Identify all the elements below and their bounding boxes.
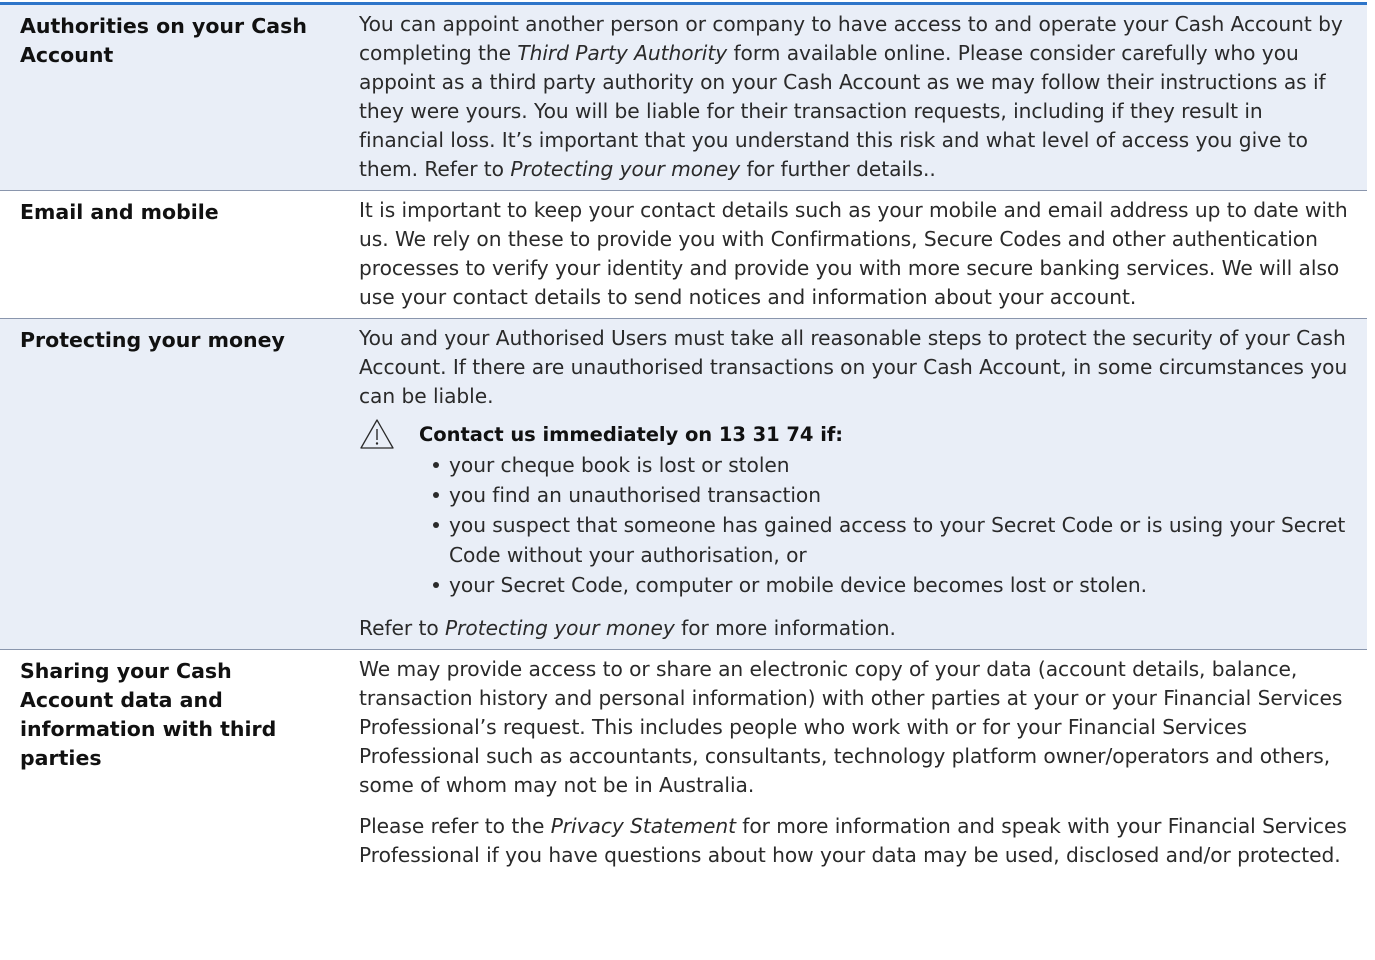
text-span: Refer to xyxy=(359,616,446,640)
italic-reference: Privacy Statement xyxy=(550,814,736,838)
refer-paragraph: Refer to Protecting your money for more … xyxy=(359,614,1349,643)
row-heading-authorities: Authorities on your Cash Account xyxy=(0,5,339,191)
text-span: Please refer to the xyxy=(359,814,551,838)
document-page: Authorities on your Cash Account You can… xyxy=(0,0,1375,960)
row-heading-protecting-money: Protecting your money xyxy=(0,318,339,650)
paragraph: You and your Authorised Users must take … xyxy=(359,326,1348,408)
italic-reference: Protecting your money xyxy=(510,157,741,181)
list-item: your cheque book is lost or stolen xyxy=(433,450,1349,480)
italic-reference: Protecting your money xyxy=(445,616,675,640)
row-body-authorities: You can appoint another person or compan… xyxy=(339,5,1367,191)
info-table: Authorities on your Cash Account You can… xyxy=(0,5,1367,876)
bullet-list: your cheque book is lost or stolen you f… xyxy=(359,450,1349,600)
bullet-dot xyxy=(433,582,439,588)
list-item-text: your cheque book is lost or stolen xyxy=(449,453,790,477)
italic-reference: Third Party Authority xyxy=(517,41,728,65)
bullet-dot xyxy=(433,522,439,528)
bullet-dot xyxy=(433,492,439,498)
list-item-text: you find an unauthorised transaction xyxy=(449,483,821,507)
bullet-dot xyxy=(433,462,439,468)
list-item: your Secret Code, computer or mobile dev… xyxy=(433,570,1349,600)
warning-callout: Contact us immediately on 13 31 74 if: xyxy=(359,418,1349,450)
paragraph: You can appoint another person or compan… xyxy=(359,10,1349,184)
text-span: for further details.. xyxy=(740,157,936,181)
table-row: Email and mobile It is important to keep… xyxy=(0,191,1367,319)
row-body-sharing-data: We may provide access to or share an ele… xyxy=(339,650,1367,877)
warning-triangle-icon xyxy=(360,419,394,449)
row-heading-sharing-data: Sharing your Cash Account data and infor… xyxy=(20,659,277,770)
list-item: you find an unauthorised transaction xyxy=(433,480,1349,510)
row-body-protecting-money: You and your Authorised Users must take … xyxy=(339,318,1367,650)
paragraph: Please refer to the Privacy Statement fo… xyxy=(359,812,1349,870)
table-row: Sharing your Cash Account data and infor… xyxy=(0,650,1367,877)
paragraph: We may provide access to or share an ele… xyxy=(359,657,1343,797)
list-item-text: your Secret Code, computer or mobile dev… xyxy=(449,573,1147,597)
row-heading-email-mobile: Email and mobile xyxy=(20,200,219,224)
text-span: for more information. xyxy=(674,616,896,640)
table-row: Protecting your money You and your Autho… xyxy=(0,318,1367,650)
paragraph: It is important to keep your contact det… xyxy=(359,198,1348,309)
list-item-text: you suspect that someone has gained acce… xyxy=(449,513,1346,567)
row-body-email-mobile: It is important to keep your contact det… xyxy=(339,191,1367,319)
table-row: Authorities on your Cash Account You can… xyxy=(0,5,1367,191)
warning-title: Contact us immediately on 13 31 74 if: xyxy=(419,422,844,446)
list-item: you suspect that someone has gained acce… xyxy=(433,510,1349,570)
